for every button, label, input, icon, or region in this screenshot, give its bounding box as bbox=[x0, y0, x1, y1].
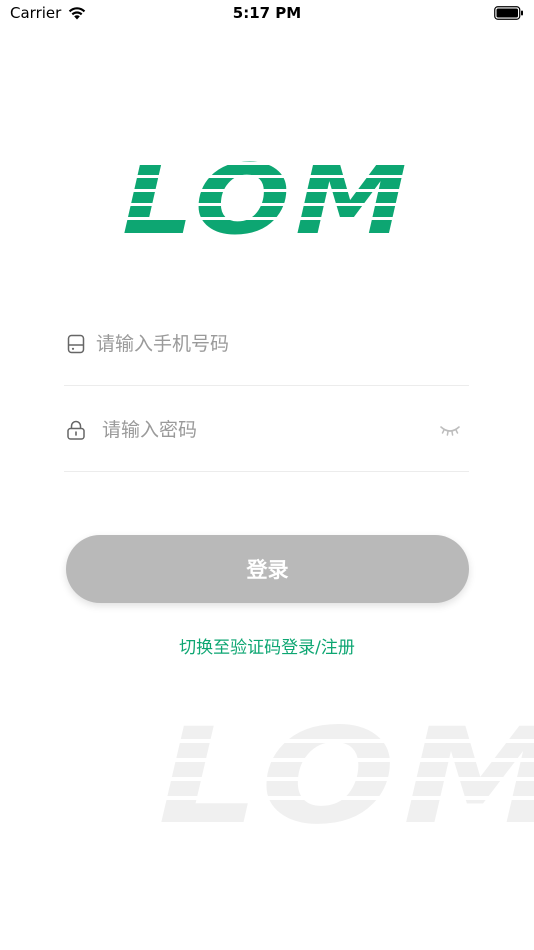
login-button[interactable]: 登录 bbox=[66, 535, 469, 603]
switch-login-mode-link[interactable]: 切换至验证码登录/注册 bbox=[0, 633, 534, 658]
phone-field bbox=[64, 300, 469, 386]
logo-text: LOM bbox=[122, 145, 412, 240]
battery-icon bbox=[494, 6, 523, 20]
status-time: 5:17 PM bbox=[232, 4, 302, 22]
watermark-logo: LOM bbox=[158, 700, 534, 828]
password-input[interactable] bbox=[102, 410, 422, 450]
watermark-text: LOM bbox=[158, 700, 534, 828]
eye-closed-icon[interactable] bbox=[439, 422, 461, 438]
password-field bbox=[64, 386, 469, 472]
lock-icon bbox=[67, 420, 85, 440]
phone-input[interactable] bbox=[96, 324, 456, 364]
brand-logo: LOM bbox=[122, 145, 412, 240]
status-bar: Carrier 5:17 PM bbox=[0, 0, 534, 28]
phone-icon bbox=[67, 334, 85, 354]
